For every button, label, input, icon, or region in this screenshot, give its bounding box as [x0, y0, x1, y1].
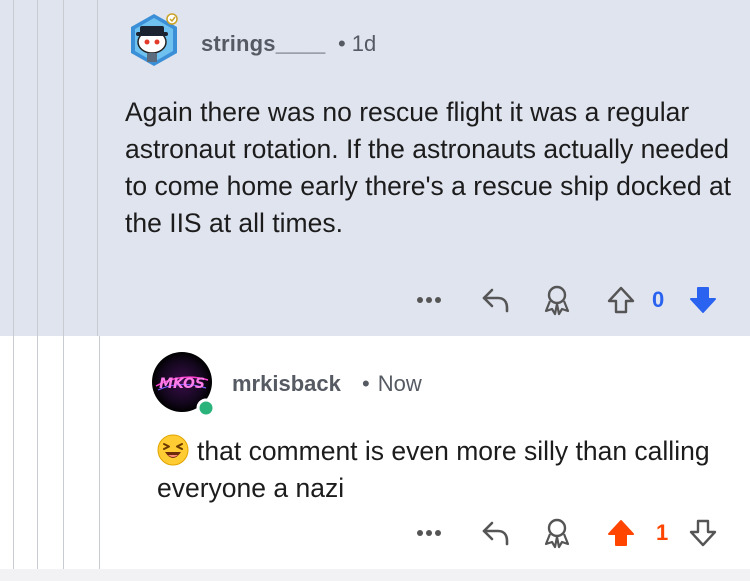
vote-count: 1: [656, 520, 669, 545]
award-icon[interactable]: [539, 282, 575, 318]
thread-line[interactable]: [13, 0, 14, 569]
comment-divider: [0, 569, 750, 581]
thread-line[interactable]: [97, 0, 98, 336]
thread-line[interactable]: [37, 0, 38, 569]
more-icon[interactable]: [414, 519, 444, 547]
upvote-icon[interactable]: [604, 283, 638, 317]
upvote-icon[interactable]: [604, 516, 638, 550]
comment-author[interactable]: mrkisback: [232, 371, 341, 397]
svg-text:MKOS: MKOS: [159, 376, 205, 392]
comment-meta: • Now: [358, 371, 422, 397]
thread-line[interactable]: [63, 0, 64, 569]
reply-icon[interactable]: [478, 284, 514, 316]
comment-body: Again there was no rescue flight it was …: [125, 97, 732, 238]
award-icon[interactable]: [539, 515, 575, 551]
comment-text: that comment is even more silly than cal…: [157, 436, 710, 503]
comment-timestamp: Now: [377, 371, 422, 396]
neon-logo-avatar-icon[interactable]: MKOS: [150, 350, 218, 418]
thread-line[interactable]: [99, 336, 100, 569]
snoo-avatar-icon[interactable]: [122, 8, 186, 72]
comment-author[interactable]: strings____: [201, 31, 326, 57]
laughing-face-emoji: [157, 434, 189, 466]
more-icon[interactable]: [414, 286, 444, 314]
meta-separator: •: [338, 31, 346, 56]
comment-meta: • 1d: [334, 31, 376, 57]
vote-count: 0: [652, 287, 665, 312]
downvote-icon[interactable]: [686, 283, 720, 317]
meta-separator: •: [362, 371, 370, 396]
comment-body: that comment is even more silly than cal…: [157, 433, 737, 507]
reply-icon[interactable]: [478, 517, 514, 549]
downvote-icon[interactable]: [686, 516, 720, 550]
comment-timestamp: 1d: [351, 31, 377, 56]
